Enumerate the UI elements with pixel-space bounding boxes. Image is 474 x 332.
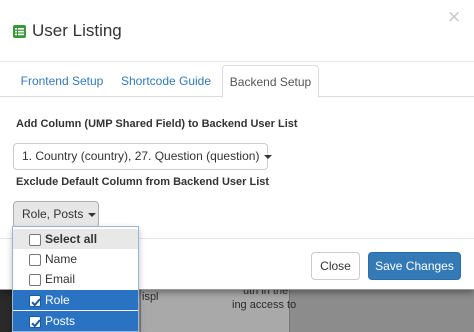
exclude-column-dropdown: Select all Name Email Role Posts <box>12 226 139 332</box>
checkbox[interactable] <box>29 234 41 246</box>
save-changes-button[interactable]: Save Changes <box>368 252 461 280</box>
checkbox[interactable] <box>29 316 41 328</box>
tab-shortcode-guide[interactable]: Shortcode Guide <box>114 65 218 97</box>
option-name[interactable]: Name <box>13 249 138 269</box>
chevron-down-icon <box>264 154 273 159</box>
tab-backend-setup[interactable]: Backend Setup <box>222 65 319 98</box>
tab-bar: Frontend Setup Shortcode Guide Backend S… <box>0 65 474 98</box>
exclude-column-label: Exclude Default Column from Backend User… <box>16 176 270 188</box>
option-label: Email <box>45 272 76 286</box>
option-label: Role <box>45 293 70 307</box>
tab-frontend-setup[interactable]: Frontend Setup <box>13 65 111 97</box>
add-column-label: Add Column (UMP Shared Field) to Backend… <box>16 118 298 130</box>
option-posts[interactable]: Posts <box>13 311 138 331</box>
checkbox[interactable] <box>29 274 41 286</box>
chevron-down-icon <box>88 212 97 217</box>
add-column-select-value: 1. Country (country), 27. Question (ques… <box>22 149 260 163</box>
exclude-column-select[interactable]: Role, Posts <box>13 201 99 228</box>
close-button[interactable]: Close <box>311 252 360 280</box>
exclude-column-select-value: Role, Posts <box>22 207 84 221</box>
add-column-select[interactable]: 1. Country (country), 27. Question (ques… <box>13 143 273 170</box>
check-icon <box>31 298 41 307</box>
checkbox[interactable] <box>29 254 41 266</box>
backdrop-text-line1: ispl <box>142 291 159 303</box>
option-label: Name <box>45 252 78 266</box>
list-icon <box>13 25 26 38</box>
option-select-all[interactable]: Select all <box>13 229 138 249</box>
option-email[interactable]: Email <box>13 269 138 289</box>
option-label: Posts <box>45 314 76 328</box>
backdrop-text-line2: ing access to <box>232 299 297 311</box>
modal-title: User Listing <box>32 21 122 40</box>
modal-header: User Listing × <box>0 0 474 62</box>
close-icon[interactable]: × <box>447 7 461 27</box>
page-backdrop-dark <box>0 286 12 332</box>
option-role[interactable]: Role <box>13 290 138 310</box>
check-icon <box>31 319 41 328</box>
option-label: Select all <box>45 232 98 246</box>
checkbox[interactable] <box>29 295 41 307</box>
